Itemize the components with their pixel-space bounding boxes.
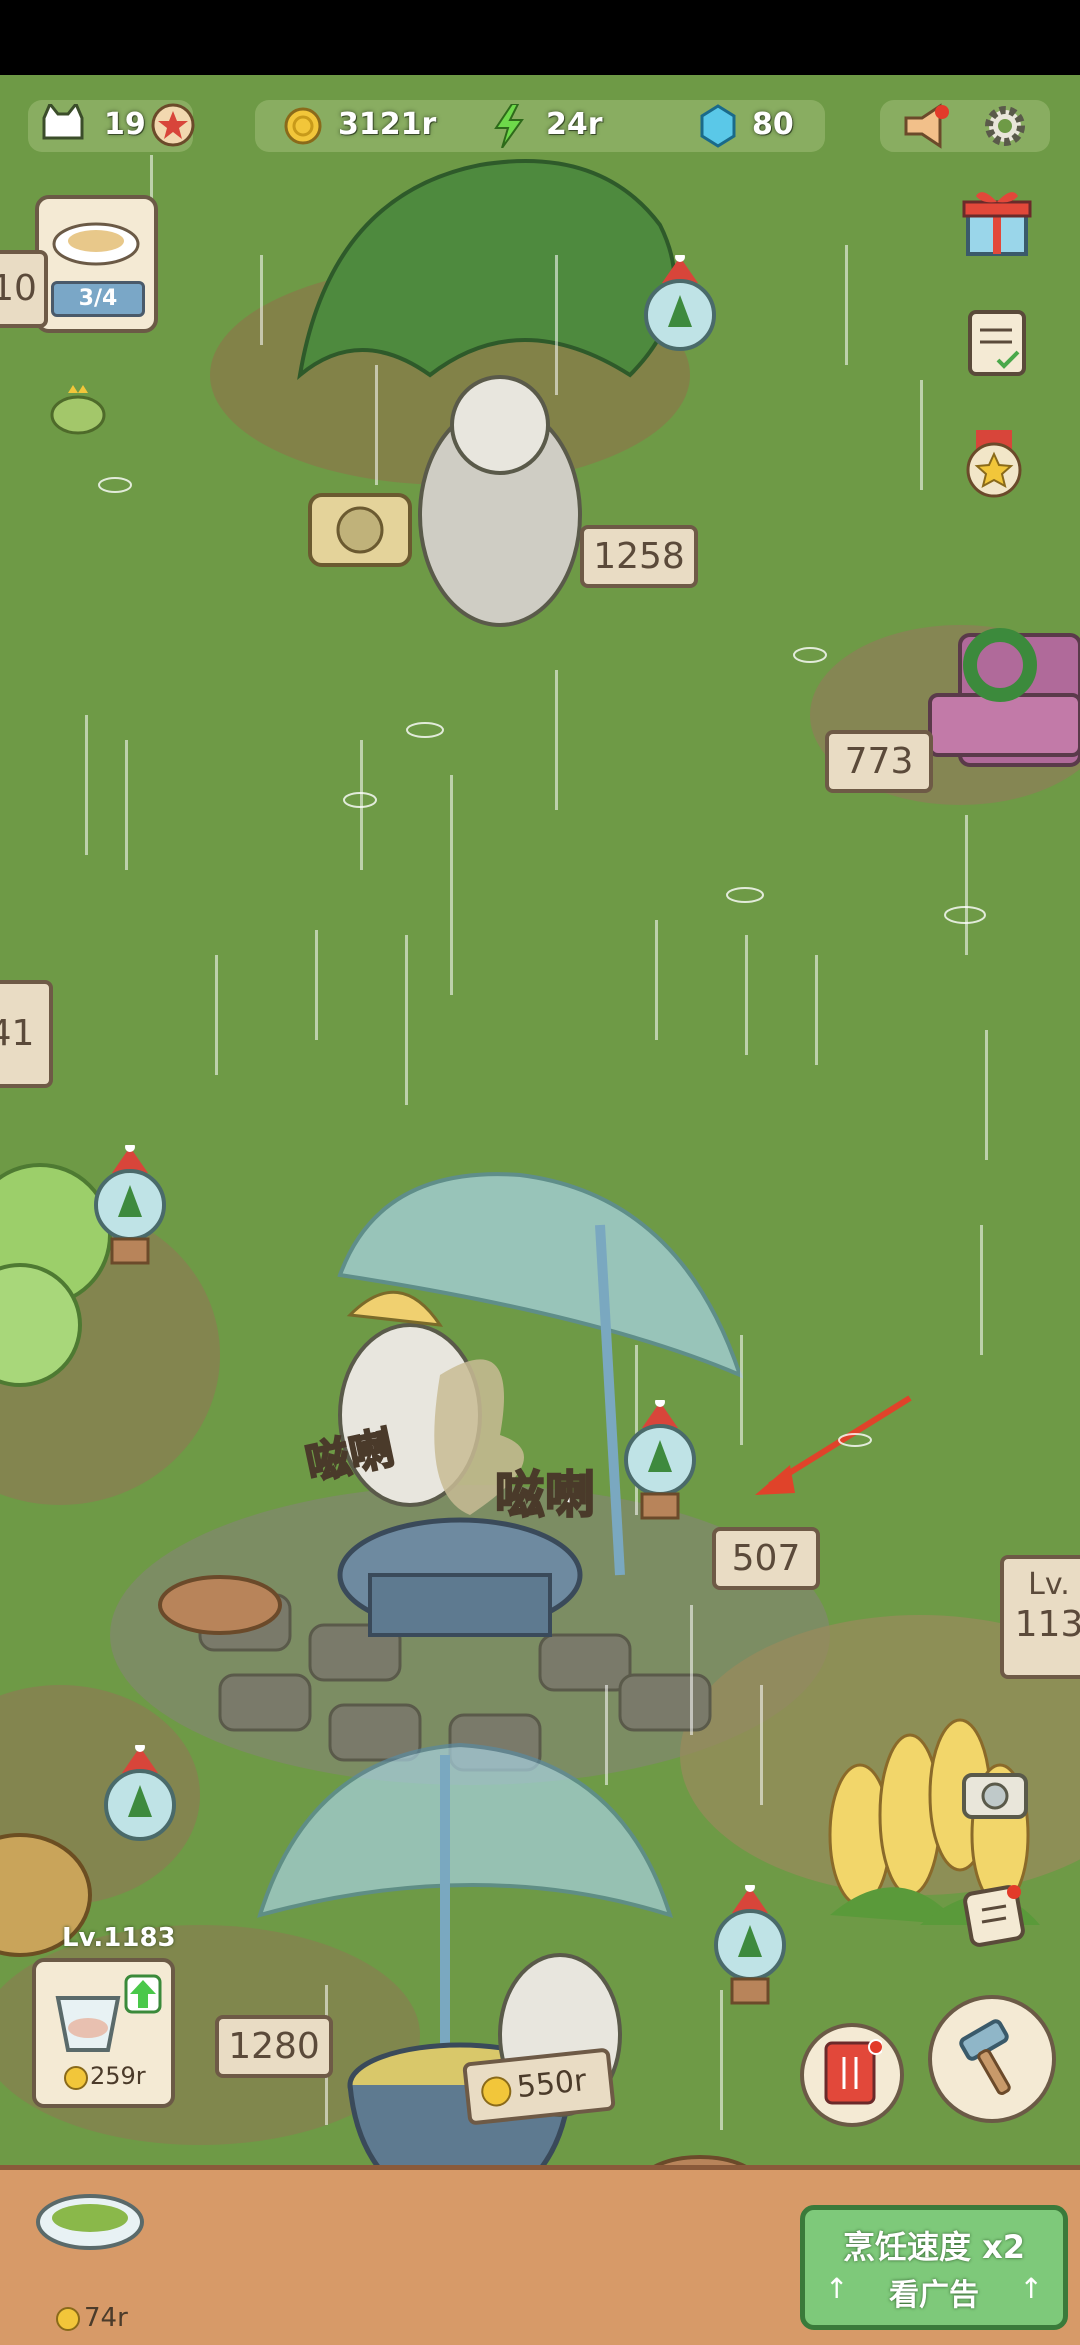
checklist-icon[interactable] xyxy=(964,308,1030,380)
gift-icon[interactable] xyxy=(962,186,1032,258)
pot-price-value: 550r xyxy=(515,2063,589,2106)
gear-icon[interactable] xyxy=(980,101,1030,151)
lightning-icon xyxy=(494,104,524,148)
snow-globe-grill[interactable] xyxy=(620,1400,700,1520)
gem-count: 80 xyxy=(752,107,794,142)
sign-left-edge: 41 xyxy=(0,980,53,1088)
up-arrow-icon: ↑ xyxy=(1019,2272,1043,2305)
cat-face-icon xyxy=(42,104,84,140)
coin-icon xyxy=(479,2075,513,2108)
chat-note-icon[interactable] xyxy=(958,1880,1030,1952)
corn-level-banner: Lv. 113 xyxy=(1000,1555,1080,1679)
up-arrow-icon: ↑ xyxy=(825,2272,849,2305)
dish-icon xyxy=(52,222,140,266)
order-progress-text: 3/4 xyxy=(78,286,118,311)
coin-icon xyxy=(56,2307,80,2331)
megaphone-icon[interactable] xyxy=(900,102,950,150)
sign-bottom-left: 1280 xyxy=(215,2015,333,2078)
recipe-book-icon xyxy=(824,2039,882,2105)
cup-icon xyxy=(55,1996,121,2052)
upgrade-level: Lv.1183 xyxy=(62,1923,176,1953)
ad-title: 烹饪速度 x2 xyxy=(842,2228,1026,2266)
dish-price: 74r xyxy=(84,2303,128,2333)
sign-tree-cat-value: 1258 xyxy=(593,536,685,577)
upgrade-arrow-icon xyxy=(124,1974,162,2014)
sign-order-left-value: 10 xyxy=(0,268,37,309)
coin-icon xyxy=(284,107,322,145)
sign-bottom-left-value: 1280 xyxy=(228,2026,320,2067)
coin-count: 3121r xyxy=(338,107,437,142)
gem-icon xyxy=(700,104,736,148)
soup-bowl-icon xyxy=(36,2194,144,2250)
sign-chair-value: 773 xyxy=(844,741,914,782)
sign-grill-value: 507 xyxy=(731,1538,801,1579)
sign-tree-cat: 1258 xyxy=(580,525,698,588)
watch-ad-speed-button[interactable]: 烹饪速度 x2 看广告 ↑ ↑ xyxy=(800,2205,1068,2330)
order-bubble[interactable]: 3/4 xyxy=(35,195,158,333)
sizzle-text-right: 嗞喇 xyxy=(494,1465,596,1525)
coin-icon xyxy=(64,2066,88,2090)
order-progress: 3/4 xyxy=(51,281,145,317)
snow-globe-top[interactable] xyxy=(640,255,720,365)
corn-level-label: Lv. xyxy=(1028,1567,1070,1602)
star-medal-icon[interactable] xyxy=(962,430,1026,502)
cat-count: 19 xyxy=(104,107,146,142)
build-hammer-button[interactable] xyxy=(928,1995,1056,2123)
snow-globe-left[interactable] xyxy=(90,1145,170,1265)
dish-slot[interactable] xyxy=(35,2190,145,2270)
sign-chair: 773 xyxy=(825,730,933,793)
star-badge-icon[interactable] xyxy=(150,102,196,148)
hammer-icon xyxy=(959,2019,1011,2095)
sign-left-edge-value: 41 xyxy=(0,1013,35,1054)
sign-grill: 507 xyxy=(712,1527,820,1590)
corn-level-number: 113 xyxy=(1014,1604,1080,1645)
recipe-book-button[interactable] xyxy=(800,2023,904,2127)
upgrade-card[interactable]: 259r xyxy=(32,1958,175,2108)
sign-order-left: 10 xyxy=(0,250,48,328)
snow-globe-bottom-right[interactable] xyxy=(710,1885,790,2005)
status-bar xyxy=(0,0,1080,75)
snow-globe-bottom-left[interactable] xyxy=(100,1745,180,1865)
upgrade-cost: 259r xyxy=(90,2062,146,2090)
frog-icon[interactable] xyxy=(48,385,108,435)
camera-icon[interactable] xyxy=(960,1765,1030,1821)
energy-count: 24r xyxy=(546,107,603,142)
